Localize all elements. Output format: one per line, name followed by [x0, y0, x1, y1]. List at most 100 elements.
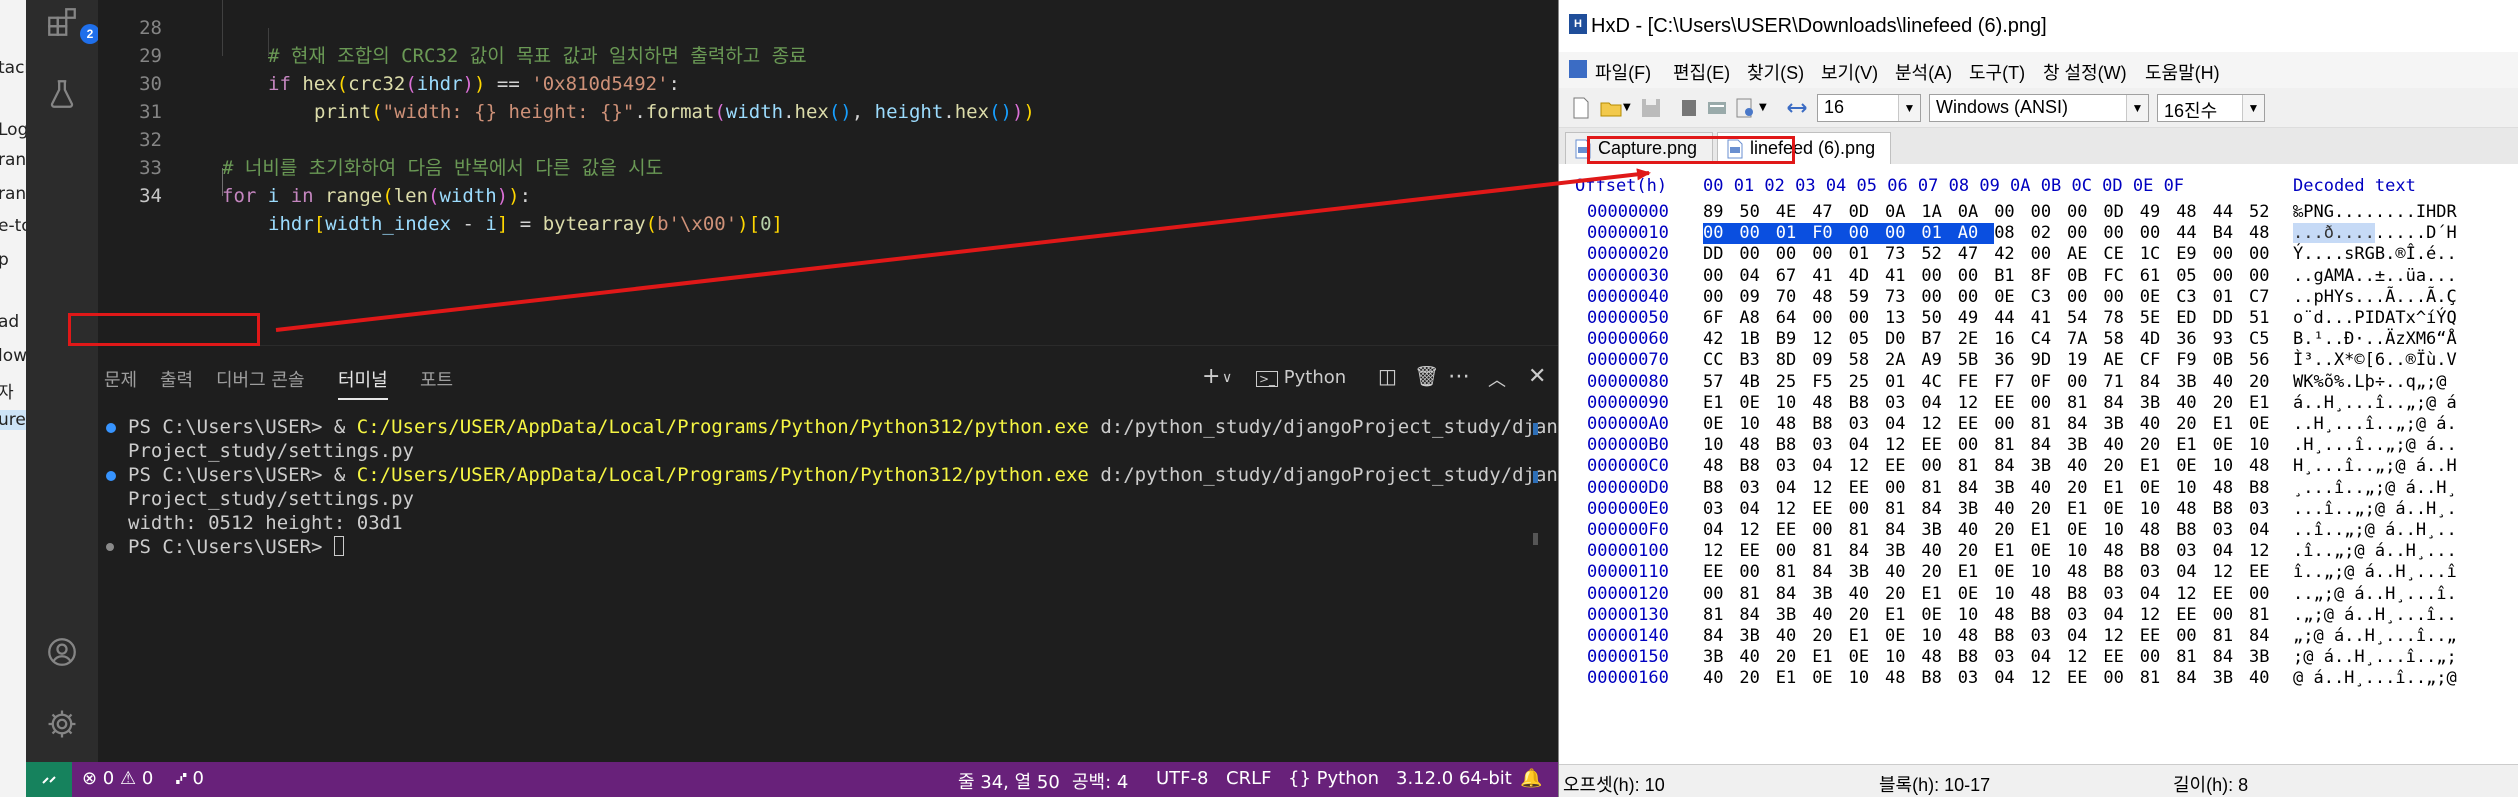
hex-byte[interactable]: 48 [2103, 541, 2123, 562]
hex-byte[interactable]: 40 [2031, 478, 2051, 499]
hex-byte[interactable]: AE [2067, 244, 2087, 265]
hex-byte[interactable]: 49 [1958, 308, 1978, 329]
hex-byte[interactable]: 04 [1703, 520, 1723, 541]
hex-byte[interactable]: 0E [2067, 520, 2087, 541]
hex-byte[interactable]: 20 [2103, 456, 2123, 477]
hex-byte[interactable]: 20 [1885, 584, 1905, 605]
hex-row[interactable]: 000000F0 04 12 EE 00 81 84 3B 40 20 E1 0E 10 48 B8 03 04… [1559, 520, 2518, 541]
hex-byte[interactable]: 41 [2031, 308, 2051, 329]
hex-byte[interactable]: 48 [2213, 478, 2233, 499]
hex-byte[interactable]: 00 [1739, 244, 1759, 265]
hex-byte[interactable]: 20 [1776, 647, 1796, 668]
testing-flask-icon[interactable] [44, 76, 80, 112]
hex-byte[interactable]: 93 [2213, 329, 2233, 350]
hex-byte[interactable]: 40 [1958, 520, 1978, 541]
decoded-text[interactable]: „;@ á..H¸...î..„ [2293, 626, 2457, 647]
hex-byte[interactable]: 12 [2067, 647, 2087, 668]
hex-byte[interactable]: 20 [1812, 626, 1832, 647]
hex-byte[interactable]: 0E [2140, 287, 2160, 308]
ports-indicator[interactable]: ⑇ 0 [176, 768, 204, 789]
hex-byte[interactable]: 3B [1776, 605, 1796, 626]
hex-byte[interactable]: 81 [2067, 393, 2087, 414]
hex-byte[interactable]: 12 [1739, 520, 1759, 541]
hex-byte[interactable]: EE [1812, 499, 1832, 520]
hex-byte[interactable]: 04 [2140, 584, 2160, 605]
disk-icon[interactable] [1705, 96, 1729, 120]
end-of-line[interactable]: CRLF [1226, 768, 1271, 789]
hex-byte[interactable]: 01 [1849, 244, 1869, 265]
hex-byte[interactable]: 48 [1921, 647, 1941, 668]
hex-byte[interactable]: 00 [2249, 266, 2269, 287]
hex-byte[interactable]: D0 [1885, 329, 1905, 350]
hex-byte[interactable]: 03 [1958, 668, 1978, 689]
tab-output[interactable]: 출력 [160, 366, 193, 392]
hex-byte[interactable]: 00 [2067, 223, 2087, 244]
hex-byte[interactable]: 3B [1921, 520, 1941, 541]
hex-byte[interactable]: 10 [1994, 584, 2014, 605]
hex-byte[interactable]: 84 [1812, 562, 1832, 583]
hex-row[interactable]: 000000E0 03 04 12 EE 00 81 84 3B 40 20 E1 0E 10 48 B8 03… [1559, 499, 2518, 520]
hex-byte[interactable]: 48 [2140, 520, 2160, 541]
hex-byte[interactable]: FE [1958, 372, 1978, 393]
hex-byte[interactable]: 3B [2067, 435, 2087, 456]
hex-byte[interactable]: EE [1994, 393, 2014, 414]
hex-byte[interactable]: 10 [2176, 478, 2196, 499]
hex-byte[interactable]: 2A [1885, 350, 1905, 371]
hex-byte[interactable]: FC [2103, 266, 2123, 287]
hex-byte[interactable]: 84 [1703, 626, 1723, 647]
hex-byte[interactable]: 00 [1849, 499, 1869, 520]
hex-byte[interactable]: 0E [1885, 626, 1905, 647]
decoded-text[interactable]: ¸...î..„;@ á..H¸ [2293, 478, 2457, 499]
hex-row[interactable]: 00000150 3B 40 20 E1 0E 10 48 B8 03 04 12 EE 00 81 84 3B… [1559, 647, 2518, 668]
hex-byte[interactable]: 05 [1849, 329, 1869, 350]
hex-byte[interactable]: 00 [2140, 223, 2160, 244]
hex-row[interactable]: 00000030 00 04 67 41 4D 41 00 00 B1 8F 0B FC 61 05 00 00… [1559, 266, 2518, 287]
chevron-down-icon[interactable]: ∨ [1222, 370, 1232, 386]
hex-byte[interactable]: F0 [1812, 223, 1849, 245]
hex-byte[interactable]: 20 [2213, 393, 2233, 414]
hex-byte[interactable]: 9D [2031, 350, 2051, 371]
hex-byte[interactable]: 0A [1958, 202, 1978, 223]
hex-byte[interactable]: 0E [1958, 584, 1978, 605]
hex-byte[interactable]: 3B [1739, 626, 1759, 647]
hex-byte[interactable]: 00 [2140, 647, 2160, 668]
hex-byte[interactable]: DD [1703, 244, 1723, 265]
charset-select[interactable]: Windows (ANSI) ▼ [1929, 94, 2149, 122]
hex-byte[interactable]: 00 [1703, 287, 1723, 308]
hex-byte[interactable]: 40 [2249, 668, 2269, 689]
hex-byte[interactable]: 03 [2249, 499, 2269, 520]
hex-byte[interactable]: 03 [1739, 478, 1759, 499]
hex-byte[interactable]: 81 [1921, 478, 1941, 499]
hex-byte[interactable]: EE [2176, 605, 2196, 626]
hex-byte[interactable]: 03 [1776, 456, 1796, 477]
hex-byte[interactable]: 00 [2103, 668, 2123, 689]
hex-byte[interactable]: 04 [1849, 435, 1869, 456]
shell-selector[interactable]: >_ Python [1256, 367, 1346, 388]
hex-byte[interactable]: 09 [1739, 287, 1759, 308]
hex-byte[interactable]: 8F [2031, 266, 2051, 287]
hex-byte[interactable]: 48 [2249, 456, 2269, 477]
hex-byte[interactable]: 81 [2213, 626, 2233, 647]
hex-byte[interactable]: E1 [1776, 668, 1796, 689]
hex-byte[interactable]: 3B [2031, 456, 2051, 477]
hex-byte[interactable]: 20 [1849, 605, 1869, 626]
hex-byte[interactable]: 48 [1812, 287, 1832, 308]
hex-byte[interactable]: B8 [1739, 456, 1759, 477]
hex-byte[interactable]: 04 [1739, 499, 1759, 520]
hex-byte[interactable]: 20 [1739, 668, 1759, 689]
hex-byte[interactable]: 84 [2249, 626, 2269, 647]
hex-byte[interactable]: 03 [1994, 647, 2014, 668]
hex-byte[interactable]: 40 [1812, 605, 1832, 626]
decoded-text[interactable]: ..gAMA..±..üa... [2293, 266, 2457, 287]
hex-byte[interactable]: E1 [1921, 584, 1941, 605]
decoded-text[interactable]: .H¸...î..„;@ á.. [2293, 435, 2457, 456]
decoded-text[interactable]: ...î..„;@ á..H¸. [2293, 499, 2457, 520]
hex-byte[interactable]: 44 [2213, 202, 2233, 223]
new-file-icon[interactable] [1569, 96, 1593, 120]
hex-byte[interactable]: 0E [2031, 541, 2051, 562]
hex-byte[interactable]: 78 [2103, 308, 2123, 329]
hex-byte[interactable]: E1 [2249, 393, 2269, 414]
hex-byte[interactable]: E1 [2213, 414, 2233, 435]
hex-byte[interactable]: 40 [2213, 372, 2233, 393]
hex-byte[interactable]: ED [2176, 308, 2196, 329]
